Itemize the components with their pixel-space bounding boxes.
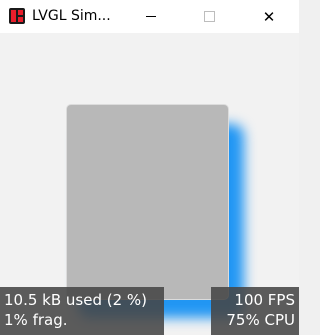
lvgl-screen: 10.5 kB used (2 %) 1% frag. 100 FPS 75% … (0, 33, 299, 335)
maximize-button[interactable] (186, 0, 232, 33)
cpu-text: 75% CPU (226, 311, 295, 329)
title-bar: LVGL Sim... ✕ (0, 0, 299, 33)
memory-frag-text: 1% frag. (4, 311, 68, 329)
gray-object[interactable] (67, 105, 228, 299)
minimize-icon (146, 16, 156, 17)
performance-monitor: 100 FPS 75% CPU (211, 287, 299, 335)
fps-text: 100 FPS (234, 291, 295, 309)
maximize-icon (203, 11, 215, 22)
close-icon: ✕ (262, 7, 276, 26)
lvgl-logo-icon (9, 8, 25, 24)
memory-used-text: 10.5 kB used (2 %) (4, 291, 148, 309)
memory-monitor: 10.5 kB used (2 %) 1% frag. (0, 287, 164, 335)
minimize-button[interactable] (128, 0, 174, 33)
window-title: LVGL Sim... (32, 8, 111, 24)
close-button[interactable]: ✕ (246, 0, 292, 33)
